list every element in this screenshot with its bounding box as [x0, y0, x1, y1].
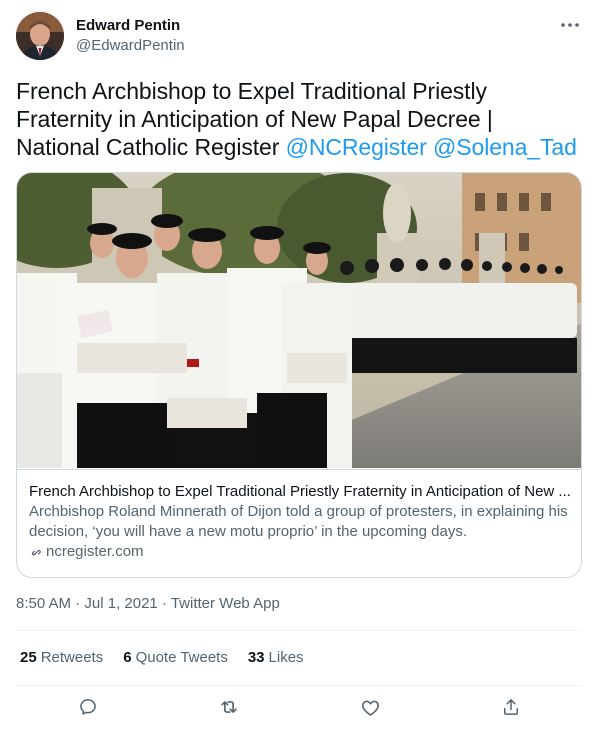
likes-stat[interactable]: 33 Likes — [248, 648, 304, 668]
mention-ncregister[interactable]: @NCRegister — [286, 134, 427, 160]
meta-separator-2: · — [157, 595, 171, 612]
tweet-actions — [16, 690, 582, 724]
quotes-stat[interactable]: 6 Quote Tweets — [123, 648, 228, 668]
reply-button[interactable] — [76, 695, 100, 719]
card-domain: ncregister.com — [29, 542, 571, 562]
retweet-icon — [221, 701, 237, 713]
tweet-timestamp[interactable]: 8:50 AM · Jul 1, 2021 — [16, 595, 158, 612]
author-info: Edward Pentin @EdwardPentin — [76, 16, 185, 56]
tweet-stats: 25 Retweets 6 Quote Tweets 33 Likes — [20, 648, 324, 668]
tweet-date: Jul 1, 2021 — [84, 595, 158, 612]
author-name[interactable]: Edward Pentin — [76, 16, 185, 36]
card-title: French Archbishop to Expel Traditional P… — [29, 483, 571, 500]
card-description: Archbishop Roland Minnerath of Dijon tol… — [29, 503, 568, 540]
divider-bottom — [16, 685, 582, 686]
retweets-count: 25 — [20, 649, 37, 666]
link-preview-card[interactable]: French Archbishop to Expel Traditional P… — [16, 172, 582, 578]
card-domain-text: ncregister.com — [46, 543, 144, 560]
profile-avatar-icon — [16, 12, 64, 60]
mention-solena-tad[interactable]: @Solena_Tad — [433, 134, 577, 160]
meta-separator: · — [71, 595, 85, 612]
quotes-label: Quote Tweets — [135, 649, 228, 666]
tweet-source[interactable]: Twitter Web App — [171, 595, 280, 612]
more-options-button[interactable] — [560, 18, 580, 32]
reply-icon — [80, 699, 96, 715]
more-dots-icon — [561, 23, 579, 27]
likes-label: Likes — [268, 649, 304, 666]
likes-count: 33 — [247, 649, 265, 666]
tweet-text: French Archbishop to Expel Traditional P… — [16, 77, 581, 161]
quotes-count: 6 — [123, 649, 132, 666]
card-body[interactable]: French Archbishop to Expel Traditional P… — [17, 469, 581, 577]
retweets-label: Retweets — [40, 649, 104, 666]
tweet-meta: 8:50 AM · Jul 1, 2021 · Twitter Web App — [16, 594, 280, 614]
author-avatar[interactable] — [16, 12, 64, 60]
share-icon — [504, 699, 518, 715]
retweets-stat[interactable]: 25 Retweets — [20, 648, 103, 668]
photo-procession-icon — [17, 173, 581, 468]
retweet-button[interactable] — [217, 695, 241, 719]
tweet-time: 8:50 AM — [16, 595, 72, 612]
like-button[interactable] — [358, 695, 382, 719]
card-image[interactable] — [17, 173, 581, 468]
divider-top — [16, 630, 582, 631]
link-icon — [29, 545, 44, 560]
share-button[interactable] — [499, 695, 523, 719]
author-handle[interactable]: @EdwardPentin — [76, 36, 185, 56]
tweet: Edward Pentin @EdwardPentin French Archb… — [0, 0, 598, 731]
like-icon — [361, 700, 379, 716]
